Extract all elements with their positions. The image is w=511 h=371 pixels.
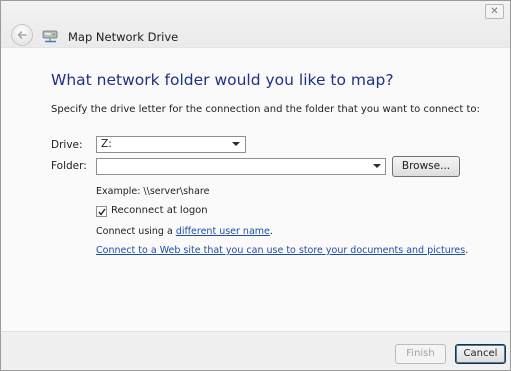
connect-suffix-text: . — [269, 226, 273, 237]
button-footer: Finish Cancel — [1, 331, 510, 370]
web-site-link[interactable]: Connect to a Web site that you can use t… — [96, 245, 465, 256]
chevron-down-icon — [232, 142, 240, 146]
close-icon: ✕ — [490, 6, 499, 17]
example-text: Example: \\server\share — [96, 186, 210, 197]
page-heading: What network folder would you like to ma… — [51, 71, 394, 89]
web-site-line: Connect to a Web site that you can use t… — [96, 245, 468, 256]
wizard-title: Map Network Drive — [68, 30, 179, 44]
close-button[interactable]: ✕ — [485, 4, 504, 19]
map-network-drive-window: ✕ Map Network Drive What network folder … — [0, 0, 511, 371]
web-link-suffix: . — [465, 245, 469, 256]
drive-label: Drive: — [51, 139, 83, 151]
reconnect-label[interactable]: Reconnect at logon — [111, 205, 208, 216]
drive-selected-value: Z: — [101, 138, 112, 150]
different-user-link[interactable]: different user name — [176, 226, 270, 237]
network-drive-icon — [42, 30, 58, 43]
back-button[interactable] — [11, 24, 33, 46]
connect-prefix-text: Connect using a — [96, 226, 176, 237]
cancel-button[interactable]: Cancel — [455, 344, 506, 364]
finish-button[interactable]: Finish — [395, 344, 446, 364]
folder-label: Folder: — [51, 160, 87, 172]
reconnect-checkbox[interactable] — [96, 206, 107, 217]
connect-as-line: Connect using a different user name. — [96, 226, 273, 237]
browse-button[interactable]: Browse... — [392, 156, 460, 177]
title-bar: ✕ Map Network Drive — [1, 1, 510, 48]
drive-select[interactable]: Z: — [96, 136, 246, 153]
back-arrow-icon — [17, 31, 27, 39]
checkmark-icon — [98, 208, 106, 216]
folder-input[interactable] — [96, 158, 386, 175]
instructions-text: Specify the drive letter for the connect… — [51, 104, 480, 115]
folder-dropdown-icon[interactable] — [373, 164, 381, 168]
